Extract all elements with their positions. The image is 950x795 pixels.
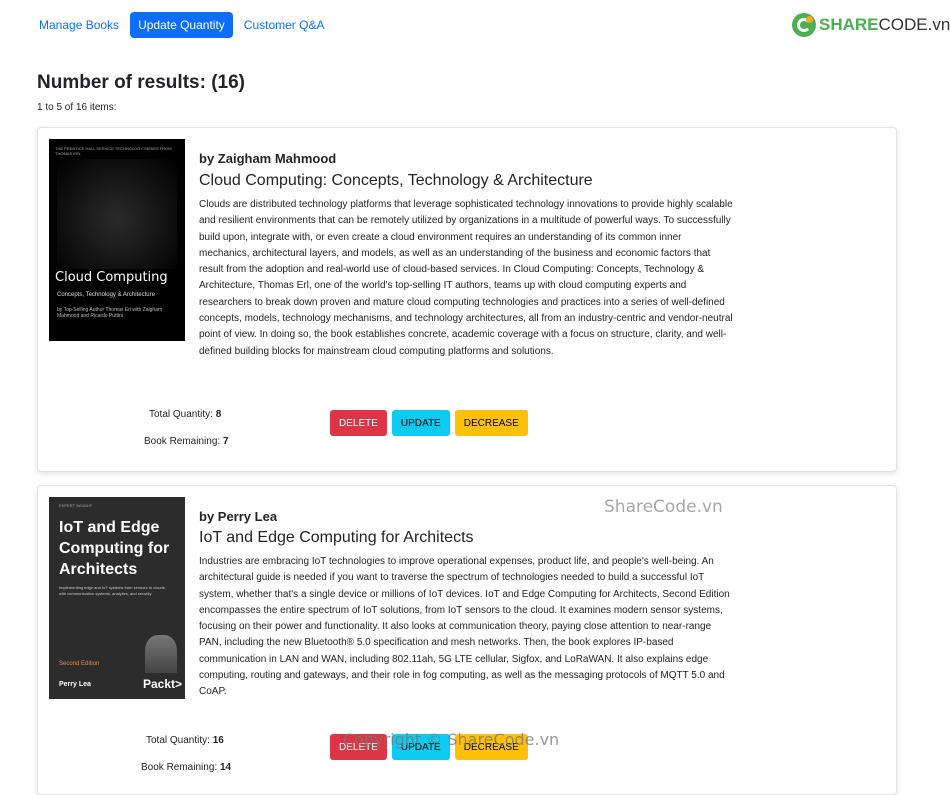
book-cover-image: THE PRENTICE HALL SERVICE TECHNOLOGY SER… [49, 139, 185, 341]
sharecode-logo-icon [792, 13, 816, 37]
book-remaining: Book Remaining: 7 [144, 436, 229, 447]
results-range: 1 to 5 of 16 items: [37, 102, 117, 113]
book-remaining-value: 14 [219, 762, 232, 773]
delete-button[interactable]: DELETE [330, 410, 387, 436]
nav-update-quantity[interactable]: Update Quantity [130, 12, 233, 38]
total-quantity: Total Quantity: 8 [149, 409, 221, 420]
book-cover-image: EXPERT INSIGHT IoT and Edge Computing fo… [49, 497, 185, 699]
cover-subtitle: Concepts, Technology & Architecture [57, 292, 155, 298]
book-remaining: Book Remaining: 14 [141, 762, 231, 773]
cover-title: IoT and Edge Computing for Architects [59, 519, 170, 578]
book-card: THE PRENTICE HALL SERVICE TECHNOLOGY SER… [37, 127, 897, 472]
action-buttons: DELETE UPDATE DECREASE [330, 734, 533, 760]
total-quantity-label: Total Quantity: [146, 735, 210, 746]
cover-series-text: THE PRENTICE HALL SERVICE TECHNOLOGY SER… [55, 146, 172, 156]
update-button[interactable]: UPDATE [391, 734, 450, 760]
total-quantity-value: 16 [212, 735, 224, 746]
nav-manage-books[interactable]: Manage Books [31, 12, 127, 38]
book-description: Industries are embracing IoT technologie… [199, 556, 730, 698]
delete-button[interactable]: DELETE [330, 734, 387, 760]
action-buttons: DELETE UPDATE DECREASE [330, 410, 533, 436]
book-remaining-value: 7 [222, 436, 229, 447]
book-title: IoT and Edge Computing for Architects [199, 529, 474, 546]
book-title: Cloud Computing: Concepts, Technology & … [199, 172, 593, 189]
top-nav: Manage Books Update Quantity Customer Q&… [31, 12, 335, 38]
decrease-button[interactable]: DECREASE [454, 410, 528, 436]
cover-badge: EXPERT INSIGHT [59, 503, 93, 508]
publisher-logo: Packt> [143, 677, 183, 691]
cover-subtitle: Implementing edge and IoT systems from s… [59, 585, 165, 596]
book-author: by Perry Lea [199, 509, 278, 524]
book-author: by Zaigham Mahmood [199, 151, 337, 166]
total-quantity-value: 8 [215, 409, 222, 420]
logo-text-bold: SHARE [819, 15, 879, 34]
book-card: EXPERT INSIGHT IoT and Edge Computing fo… [37, 485, 897, 795]
total-quantity: Total Quantity: 16 [146, 735, 224, 746]
total-quantity-label: Total Quantity: [149, 409, 213, 420]
results-heading: Number of results: (16) [37, 72, 245, 93]
cover-author: Perry Lea [59, 681, 91, 688]
cover-edition: Second Edition [59, 661, 100, 667]
cover-title: Cloud Computing [55, 270, 168, 285]
update-button[interactable]: UPDATE [391, 410, 450, 436]
author-photo [145, 635, 177, 673]
cover-authors: by Top-Selling Author Thomas Erl with Za… [57, 307, 163, 319]
book-description: Clouds are distributed technology platfo… [199, 199, 733, 357]
sharecode-logo[interactable]: SHARE CODE.vn [792, 13, 950, 37]
nav-customer-qa[interactable]: Customer Q&A [236, 12, 333, 38]
book-remaining-label: Book Remaining: [141, 762, 218, 773]
book-remaining-label: Book Remaining: [144, 436, 221, 447]
decrease-button[interactable]: DECREASE [454, 734, 528, 760]
cover-art [57, 159, 177, 269]
logo-text-light: CODE.vn [878, 15, 950, 34]
